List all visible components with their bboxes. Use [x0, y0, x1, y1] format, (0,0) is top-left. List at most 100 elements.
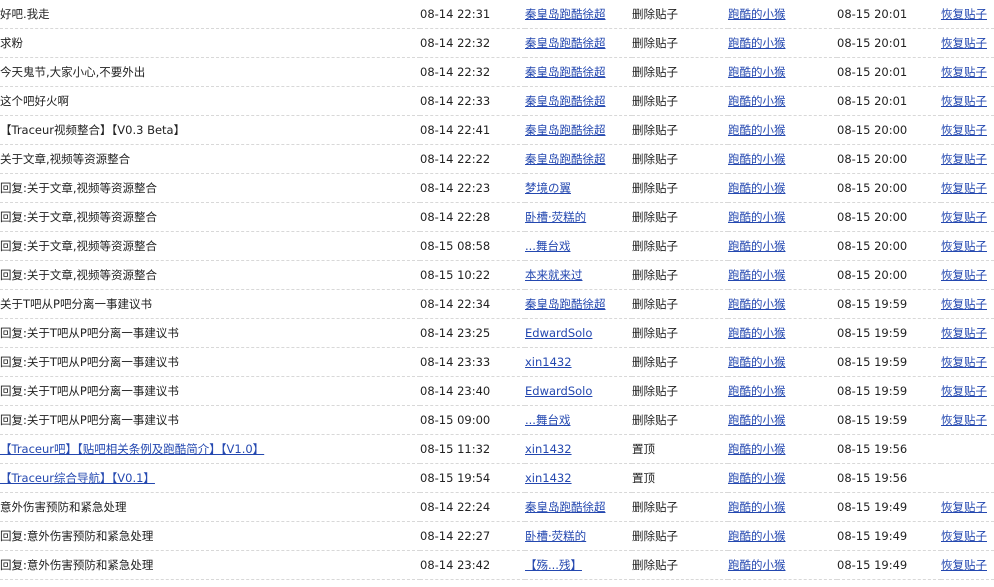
operation-time: 08-15 20:01: [837, 86, 941, 116]
operator-link[interactable]: 跑酷的小猴: [728, 123, 786, 137]
restore-post-link[interactable]: 恢复贴子: [941, 297, 987, 311]
post-time: 08-14 23:25: [420, 318, 525, 348]
action-label: 置顶: [632, 463, 728, 493]
author-link[interactable]: EdwardSolo: [525, 384, 592, 398]
operator-link[interactable]: 跑酷的小猴: [728, 36, 786, 50]
author-link[interactable]: 秦皇岛跑酷徐超: [525, 7, 606, 21]
operator-link[interactable]: 跑酷的小猴: [728, 181, 786, 195]
author-link[interactable]: xin1432: [525, 471, 572, 485]
restore-post-link[interactable]: 恢复贴子: [941, 239, 987, 253]
author-link[interactable]: ...舞台戏: [525, 413, 570, 427]
operator-link[interactable]: 跑酷的小猴: [728, 65, 786, 79]
post-title: 【Traceur视频整合】【V0.3 Beta】: [0, 115, 420, 145]
post-title-link[interactable]: 【Traceur综合导航】【V0.1】: [0, 471, 155, 485]
author-cell: EdwardSolo: [525, 318, 632, 348]
operation-time: 08-15 19:49: [837, 550, 941, 580]
post-time: 08-15 11:32: [420, 434, 525, 464]
restore-post-link[interactable]: 恢复贴子: [941, 500, 987, 514]
post-title: 回复:意外伤害预防和紧急处理: [0, 521, 420, 551]
author-link[interactable]: 【殇...残】: [525, 558, 582, 572]
author-link[interactable]: ...舞台戏: [525, 239, 570, 253]
author-cell: 卧槽·荧糕的: [525, 521, 632, 551]
restore-post-link[interactable]: 恢复贴子: [941, 7, 987, 21]
restore-post-link[interactable]: 恢复贴子: [941, 181, 987, 195]
author-link[interactable]: 秦皇岛跑酷徐超: [525, 500, 606, 514]
operator-link[interactable]: 跑酷的小猴: [728, 384, 786, 398]
restore-post-link[interactable]: 恢复贴子: [941, 268, 987, 282]
operator-link[interactable]: 跑酷的小猴: [728, 94, 786, 108]
restore-post-link[interactable]: 恢复贴子: [941, 94, 987, 108]
log-row: 关于文章,视频等资源整合 08-14 22:22 秦皇岛跑酷徐超 删除贴子 跑酷的小猴 0…: [0, 144, 994, 174]
operator-cell: 跑酷的小猴: [728, 115, 837, 145]
restore-post-link[interactable]: 恢复贴子: [941, 210, 987, 224]
restore-post-link[interactable]: 恢复贴子: [941, 123, 987, 137]
log-row: 这个吧好火啊 08-14 22:33 秦皇岛跑酷徐超 删除贴子 跑酷的小猴 08-15 2…: [0, 86, 994, 116]
restore-cell: 恢复贴子: [941, 144, 994, 174]
author-cell: 秦皇岛跑酷徐超: [525, 0, 632, 29]
operator-link[interactable]: 跑酷的小猴: [728, 268, 786, 282]
post-title: 回复:关于文章,视频等资源整合: [0, 202, 420, 232]
action-label: 删除贴子: [632, 550, 728, 580]
log-rows: 好吧.我走 08-14 22:31 秦皇岛跑酷徐超 删除贴子 跑酷的小猴 08-15 20…: [0, 0, 994, 580]
action-label: 删除贴子: [632, 86, 728, 116]
log-row: 回复:关于文章,视频等资源整合 08-14 22:23 梦境の翼 删除贴子 跑酷的小猴 0…: [0, 173, 994, 203]
restore-post-link[interactable]: 恢复贴子: [941, 65, 987, 79]
author-link[interactable]: EdwardSolo: [525, 326, 592, 340]
post-title: 意外伤害预防和紧急处理: [0, 492, 420, 522]
author-link[interactable]: xin1432: [525, 355, 572, 369]
log-row: 【Traceur综合导航】【V0.1】 08-15 19:54 xin1432 置顶跑…: [0, 463, 994, 493]
author-link[interactable]: 秦皇岛跑酷徐超: [525, 123, 606, 137]
operator-cell: 跑酷的小猴: [728, 405, 837, 435]
restore-cell: [941, 463, 994, 493]
operator-link[interactable]: 跑酷的小猴: [728, 500, 786, 514]
restore-post-link[interactable]: 恢复贴子: [941, 384, 987, 398]
operation-time: 08-15 20:01: [837, 57, 941, 87]
author-link[interactable]: 秦皇岛跑酷徐超: [525, 152, 606, 166]
operator-link[interactable]: 跑酷的小猴: [728, 355, 786, 369]
restore-post-link[interactable]: 恢复贴子: [941, 326, 987, 340]
operator-link[interactable]: 跑酷的小猴: [728, 297, 786, 311]
author-link[interactable]: 秦皇岛跑酷徐超: [525, 65, 606, 79]
author-link[interactable]: 秦皇岛跑酷徐超: [525, 36, 606, 50]
post-title-link[interactable]: 【Traceur吧】【贴吧相关条例及跑酷简介】【V1.0】: [0, 442, 264, 456]
restore-post-link[interactable]: 恢复贴子: [941, 36, 987, 50]
log-row: 好吧.我走 08-14 22:31 秦皇岛跑酷徐超 删除贴子 跑酷的小猴 08-15 20…: [0, 0, 994, 29]
action-label: 删除贴子: [632, 115, 728, 145]
author-link[interactable]: 秦皇岛跑酷徐超: [525, 94, 606, 108]
author-link[interactable]: 卧槽·荧糕的: [525, 210, 586, 224]
author-link[interactable]: xin1432: [525, 442, 572, 456]
restore-post-link[interactable]: 恢复贴子: [941, 152, 987, 166]
operator-link[interactable]: 跑酷的小猴: [728, 529, 786, 543]
operator-link[interactable]: 跑酷的小猴: [728, 471, 786, 485]
author-link[interactable]: 梦境の翼: [525, 181, 571, 195]
operator-link[interactable]: 跑酷的小猴: [728, 7, 786, 21]
restore-cell: 恢复贴子: [941, 173, 994, 203]
operator-link[interactable]: 跑酷的小猴: [728, 239, 786, 253]
log-row: 回复:关于文章,视频等资源整合 08-14 22:28 卧槽·荧糕的 删除贴子 跑酷的小…: [0, 202, 994, 232]
restore-cell: 恢复贴子: [941, 550, 994, 580]
restore-cell: 恢复贴子: [941, 57, 994, 87]
operator-link[interactable]: 跑酷的小猴: [728, 442, 786, 456]
restore-post-link[interactable]: 恢复贴子: [941, 558, 987, 572]
author-link[interactable]: 本来就来过: [525, 268, 583, 282]
restore-cell: 恢复贴子: [941, 260, 994, 290]
action-label: 删除贴子: [632, 173, 728, 203]
post-time: 08-14 23:42: [420, 550, 525, 580]
restore-post-link[interactable]: 恢复贴子: [941, 413, 987, 427]
operator-link[interactable]: 跑酷的小猴: [728, 210, 786, 224]
operator-link[interactable]: 跑酷的小猴: [728, 413, 786, 427]
author-cell: 秦皇岛跑酷徐超: [525, 144, 632, 174]
author-cell: xin1432: [525, 463, 632, 493]
restore-cell: 恢复贴子: [941, 0, 994, 29]
log-row: 【Traceur吧】【贴吧相关条例及跑酷简介】【V1.0】 08-15 11:32…: [0, 434, 994, 464]
operator-link[interactable]: 跑酷的小猴: [728, 558, 786, 572]
restore-post-link[interactable]: 恢复贴子: [941, 529, 987, 543]
post-time: 08-14 22:41: [420, 115, 525, 145]
operator-cell: 跑酷的小猴: [728, 434, 837, 464]
operator-link[interactable]: 跑酷的小猴: [728, 152, 786, 166]
author-link[interactable]: 卧槽·荧糕的: [525, 529, 586, 543]
operator-link[interactable]: 跑酷的小猴: [728, 326, 786, 340]
author-link[interactable]: 秦皇岛跑酷徐超: [525, 297, 606, 311]
log-row: 回复:意外伤害预防和紧急处理 08-14 23:42 【殇...残】 删除贴子 跑酷的小…: [0, 550, 994, 580]
restore-post-link[interactable]: 恢复贴子: [941, 355, 987, 369]
